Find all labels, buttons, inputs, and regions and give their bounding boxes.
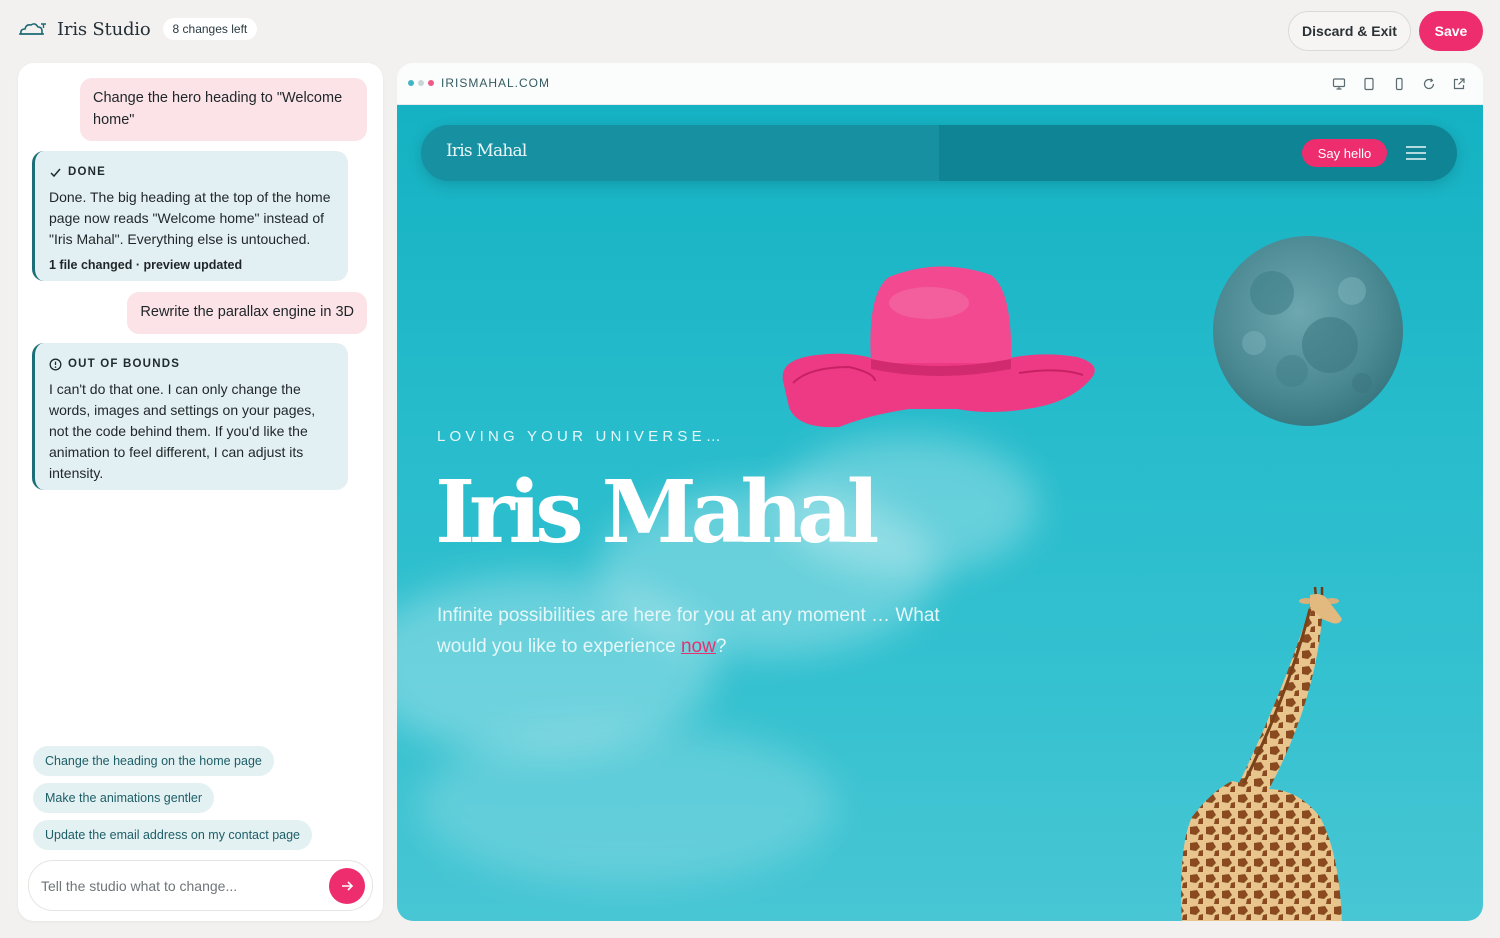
website-canvas: Iris Mahal Say hello LOVING YOUR UNIVERS… xyxy=(397,105,1483,921)
assistant-message-text: I can't do that one. I can only change t… xyxy=(49,381,316,481)
top-bar: Iris Studio 8 changes left Discard & Exi… xyxy=(0,0,1500,62)
hero-eyebrow: LOVING YOUR UNIVERSE… xyxy=(437,428,725,445)
chat-input[interactable] xyxy=(41,874,321,898)
tablet-icon[interactable] xyxy=(1359,74,1379,94)
hero-heading: Iris Mahal xyxy=(435,462,879,563)
discard-exit-button[interactable]: Discard & Exit xyxy=(1288,11,1411,51)
desktop-icon[interactable] xyxy=(1329,74,1349,94)
pink-sun-hat-image xyxy=(782,266,1095,428)
brand: Iris Studio 8 changes left xyxy=(18,18,258,40)
user-message: Rewrite the parallax engine in 3D xyxy=(127,292,367,334)
status-text: DONE xyxy=(68,166,107,178)
hero-now-link[interactable]: now xyxy=(681,636,716,657)
change-summary: 1 file changed · preview updated xyxy=(49,258,243,272)
moon-image xyxy=(1213,236,1403,426)
site-logo[interactable]: Iris Mahal xyxy=(446,141,527,161)
window-dots xyxy=(408,80,438,86)
assistant-message: DONE Done. The big heading at the top of… xyxy=(32,151,348,281)
preview-url: IRISMAHAL.COM xyxy=(441,76,551,90)
suggestion-chip[interactable]: Make the animations gentler xyxy=(33,783,215,813)
hero-subtitle: Infinite possibilities are here for you … xyxy=(437,600,967,662)
cloud-shape xyxy=(417,725,837,885)
save-button[interactable]: Save xyxy=(1419,11,1483,51)
status-label: OUT OF BOUNDS xyxy=(49,354,334,375)
changes-left-badge: 8 changes left xyxy=(162,18,258,40)
app-title: Iris Studio xyxy=(57,18,151,40)
user-message: Change the hero heading to "Welcome home… xyxy=(80,78,367,141)
suggestion-chip[interactable]: Update the email address on my contact p… xyxy=(33,820,313,850)
chat-panel: Change the hero heading to "Welcome home… xyxy=(18,63,383,921)
window-dot xyxy=(418,80,424,86)
assistant-message-text: Done. The big heading at the top of the … xyxy=(49,189,331,247)
status-text: OUT OF BOUNDS xyxy=(68,358,181,370)
site-preview: IRISMAHAL.COM Iris Mahal Say hello LOVIN… xyxy=(397,63,1483,921)
out-of-bounds-icon xyxy=(49,358,62,371)
hamburger-menu-icon[interactable] xyxy=(1405,144,1427,162)
window-dot xyxy=(408,80,414,86)
hero-subtitle-end: ? xyxy=(715,636,727,657)
giraffe-image xyxy=(1181,586,1342,921)
user-message-text: Change the hero heading to "Welcome home… xyxy=(93,90,343,128)
preview-toolbar: IRISMAHAL.COM xyxy=(397,63,1483,105)
cloud-logo-icon xyxy=(19,23,46,35)
send-button[interactable] xyxy=(329,868,365,904)
user-message-text: Rewrite the parallax engine in 3D xyxy=(140,304,354,320)
suggestion-chip[interactable]: Change the heading on the home page xyxy=(33,746,274,776)
open-external-icon[interactable] xyxy=(1449,74,1469,94)
check-icon xyxy=(50,168,61,178)
status-label: DONE xyxy=(49,162,334,183)
site-navbar: Iris Mahal Say hello xyxy=(421,125,1457,181)
say-hello-button[interactable]: Say hello xyxy=(1302,139,1387,167)
assistant-message: OUT OF BOUNDS I can't do that one. I can… xyxy=(32,343,348,490)
chat-composer xyxy=(28,860,373,911)
window-dot xyxy=(428,80,434,86)
refresh-icon[interactable] xyxy=(1419,74,1439,94)
mobile-icon[interactable] xyxy=(1389,74,1409,94)
arrow-right-icon xyxy=(342,881,354,891)
